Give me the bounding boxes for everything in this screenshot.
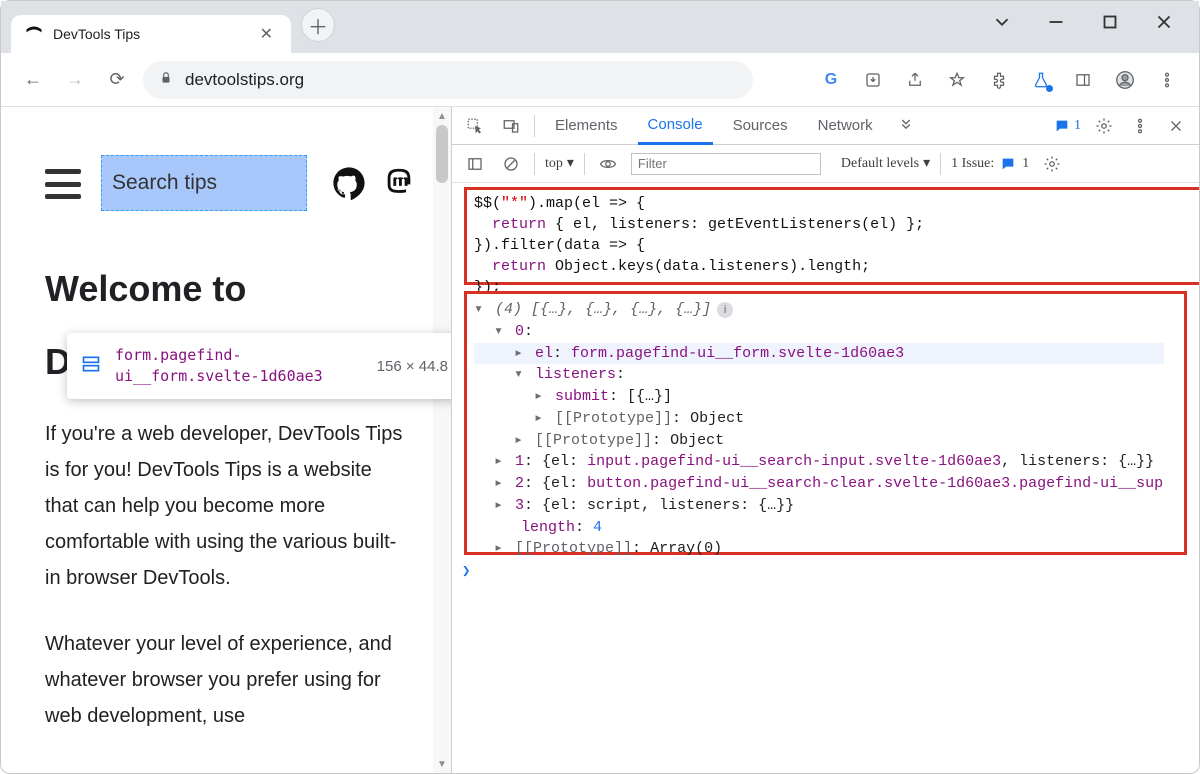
- search-input-highlighted[interactable]: Search tips: [101, 155, 307, 211]
- console-result[interactable]: (4) [{…}, {…}, {…}, {…}]i 0: el: form.pa…: [474, 299, 1179, 560]
- lock-icon: [159, 71, 173, 89]
- window-controls: [991, 1, 1189, 33]
- tab-elements[interactable]: Elements: [545, 107, 628, 145]
- back-button[interactable]: ←: [17, 64, 49, 96]
- chrome-menu-icon[interactable]: [1151, 64, 1183, 96]
- info-icon[interactable]: i: [717, 302, 733, 318]
- profile-avatar-icon[interactable]: [1109, 64, 1141, 96]
- console-input-code: $$("*").map(el => { return { el, listene…: [474, 193, 924, 298]
- element-inspector-tooltip: form.pagefind-ui__form.svelte-1d60ae3 15…: [67, 333, 451, 399]
- minimize-icon[interactable]: [1045, 11, 1067, 33]
- device-toolbar-icon[interactable]: [498, 113, 524, 139]
- new-tab-button[interactable]: ＋: [301, 8, 335, 42]
- inspector-selector: form.pagefind-ui__form.svelte-1d60ae3: [115, 345, 355, 387]
- tab-network[interactable]: Network: [808, 107, 883, 145]
- browser-tab[interactable]: DevTools Tips ✕: [11, 15, 291, 53]
- issues-indicator[interactable]: 1 Issue: 1: [951, 156, 1029, 172]
- intro-paragraph-1: If you're a web developer, DevTools Tips…: [45, 416, 407, 596]
- search-placeholder: Search tips: [112, 171, 217, 195]
- devtools-tabbar: Elements Console Sources Network 1: [452, 107, 1199, 145]
- intro-paragraph-2: Whatever your level of experience, and w…: [45, 626, 407, 734]
- console-output[interactable]: $$("*").map(el => { return { el, listene…: [452, 183, 1199, 773]
- menu-toggle-button[interactable]: [45, 169, 81, 199]
- scroll-down-icon[interactable]: ▼: [433, 755, 451, 773]
- inspect-element-icon[interactable]: [462, 113, 488, 139]
- mastodon-icon[interactable]: [381, 165, 417, 201]
- clear-console-icon[interactable]: [498, 151, 524, 177]
- console-filter-input[interactable]: [631, 153, 821, 175]
- close-window-icon[interactable]: [1153, 11, 1175, 33]
- scroll-handle[interactable]: [436, 125, 448, 183]
- install-app-icon[interactable]: [857, 64, 889, 96]
- console-toolbar: top ▾ Default levels ▾ 1 Issue: 1: [452, 145, 1199, 183]
- sidebar-toggle-icon[interactable]: [462, 151, 488, 177]
- github-icon[interactable]: [331, 165, 367, 201]
- devtools-menu-icon[interactable]: [1127, 113, 1153, 139]
- settings-gear-icon[interactable]: [1091, 113, 1117, 139]
- more-tabs-icon[interactable]: [893, 113, 919, 139]
- url-text: devtoolstips.org: [185, 70, 304, 90]
- layout-icon: [81, 354, 101, 379]
- live-expression-icon[interactable]: [595, 151, 621, 177]
- messages-badge[interactable]: 1: [1054, 118, 1081, 134]
- tab-title: DevTools Tips: [53, 26, 254, 42]
- page-viewport: Search tips form.pagefind-ui__form.svelt…: [1, 107, 451, 773]
- maximize-icon[interactable]: [1099, 11, 1121, 33]
- browser-titlebar: DevTools Tips ✕ ＋: [1, 1, 1199, 53]
- console-prompt-icon[interactable]: ❯: [462, 563, 470, 580]
- tab-sources[interactable]: Sources: [723, 107, 798, 145]
- console-settings-icon[interactable]: [1039, 151, 1065, 177]
- page-heading-line1: Welcome to: [45, 265, 407, 314]
- tab-console[interactable]: Console: [638, 107, 713, 145]
- forward-button[interactable]: →: [59, 64, 91, 96]
- side-panel-icon[interactable]: [1067, 64, 1099, 96]
- reload-button[interactable]: ⟳: [101, 64, 133, 96]
- google-icon[interactable]: G: [815, 64, 847, 96]
- bookmark-star-icon[interactable]: [941, 64, 973, 96]
- chrome-labs-icon[interactable]: [1025, 64, 1057, 96]
- extensions-icon[interactable]: [983, 64, 1015, 96]
- log-levels-selector[interactable]: Default levels ▾: [841, 155, 930, 172]
- browser-toolbar: ← → ⟳ devtoolstips.org G: [1, 53, 1199, 107]
- search-tabs-icon[interactable]: [991, 11, 1013, 33]
- tab-close-icon[interactable]: ✕: [254, 22, 279, 46]
- share-icon[interactable]: [899, 64, 931, 96]
- tab-favicon-icon: [25, 25, 43, 43]
- context-selector[interactable]: top ▾: [545, 155, 574, 172]
- inspector-dimensions: 156 × 44.8: [377, 358, 448, 375]
- devtools-panel: Elements Console Sources Network 1 top ▾…: [451, 107, 1199, 773]
- scroll-up-icon[interactable]: ▲: [433, 107, 451, 125]
- devtools-close-icon[interactable]: [1163, 113, 1189, 139]
- address-bar[interactable]: devtoolstips.org: [143, 61, 753, 99]
- page-scrollbar[interactable]: ▲ ▼: [433, 107, 451, 773]
